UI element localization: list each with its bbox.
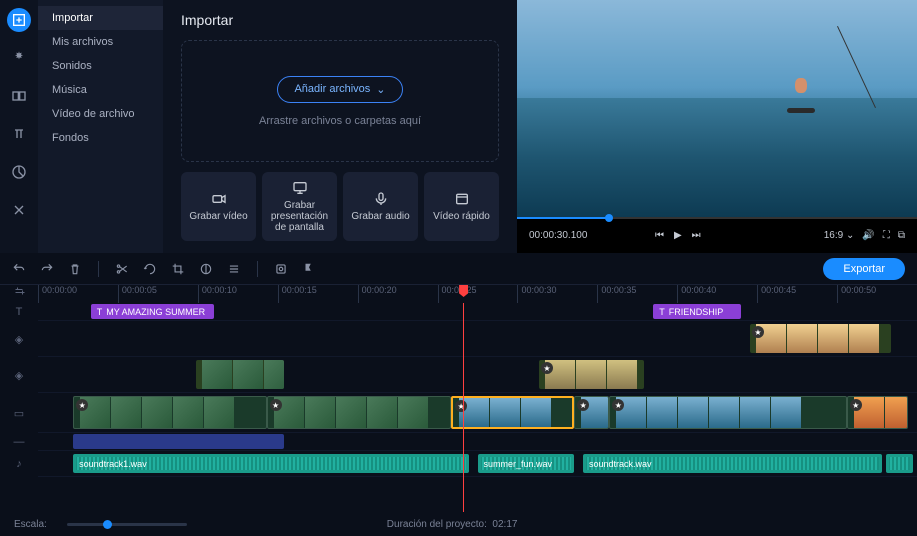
crop-icon[interactable]	[171, 262, 185, 276]
mic-icon	[373, 191, 389, 207]
preview-panel: 00:00:30.100 ⏮ ▶ ⏭ 16:9 ⌄ 🔊 ⛶ ⧉	[517, 0, 917, 253]
video-clip[interactable]: ★	[73, 396, 266, 429]
overlay-track-icon[interactable]: ◈	[0, 321, 38, 357]
record-voiceover-icon[interactable]	[274, 262, 288, 276]
add-files-button[interactable]: Añadir archivos⌄	[277, 76, 402, 103]
preview-viewport[interactable]	[517, 0, 917, 218]
color-adjust-icon[interactable]	[199, 262, 213, 276]
effect-track[interactable]	[38, 433, 917, 451]
duration-label: Duración del proyecto:	[387, 519, 487, 530]
add-track-icon[interactable]	[13, 285, 25, 297]
play-icon[interactable]: ▶	[674, 230, 682, 241]
scale-slider[interactable]	[67, 523, 187, 526]
sidebar-item-importar[interactable]: Importar	[38, 6, 163, 30]
stickers-icon[interactable]	[7, 160, 31, 184]
record-video-button[interactable]: Grabar vídeo	[181, 172, 256, 241]
title-track[interactable]: TMY AMAZING SUMMER TFRIENDSHIP	[38, 303, 917, 321]
overlay-clip[interactable]	[196, 360, 284, 389]
prev-frame-icon[interactable]: ⏮	[655, 230, 664, 241]
preview-timecode: 00:00:30.100	[529, 230, 587, 241]
title-clip[interactable]: TMY AMAZING SUMMER	[91, 304, 214, 319]
audio-clip[interactable]: soundtrack1.wav	[73, 454, 469, 473]
film-icon	[454, 191, 470, 207]
footer: Escala: Duración del proyecto: 02:17	[0, 512, 917, 536]
import-tool-icon[interactable]	[7, 8, 31, 32]
redo-icon[interactable]	[40, 262, 54, 276]
tracks-container: T ◈ ◈ ▭ — ♪ TMY AMAZING SUMMER TFRIENDSH…	[0, 303, 917, 512]
rotate-icon[interactable]	[143, 262, 157, 276]
time-ruler[interactable]: 00:00:00 00:00:05 00:00:10 00:00:15 00:0…	[0, 285, 917, 303]
audio-clip[interactable]: summer_fun.wav	[478, 454, 575, 473]
preview-progress[interactable]	[517, 217, 917, 219]
video-clip[interactable]: ★	[609, 396, 846, 429]
chevron-down-icon: ⌄	[376, 83, 385, 96]
sidebar-item-mis-archivos[interactable]: Mis archivos	[38, 30, 163, 54]
titles-icon[interactable]	[7, 122, 31, 146]
camera-icon	[211, 191, 227, 207]
export-button[interactable]: Exportar	[823, 258, 905, 280]
clip-properties-icon[interactable]	[227, 262, 241, 276]
marker-icon[interactable]	[302, 262, 316, 276]
detach-icon[interactable]: ⧉	[898, 230, 905, 241]
drop-hint: Arrastre archivos o carpetas aquí	[259, 115, 421, 127]
overlay-clip[interactable]: ★	[750, 324, 891, 353]
overlay-clip[interactable]: ★	[539, 360, 644, 389]
wand-icon[interactable]	[7, 46, 31, 70]
timeline-toolbar: Exportar	[0, 253, 917, 285]
sidebar-item-fondos[interactable]: Fondos	[38, 126, 163, 150]
aspect-ratio-selector[interactable]: 16:9 ⌄	[824, 230, 855, 241]
delete-icon[interactable]	[68, 262, 82, 276]
undo-icon[interactable]	[12, 262, 26, 276]
timeline: Exportar 00:00:00 00:00:05 00:00:10 00:0…	[0, 253, 917, 536]
monitor-icon	[292, 180, 308, 196]
scale-label: Escala:	[14, 519, 47, 530]
transitions-icon[interactable]	[7, 84, 31, 108]
quick-video-button[interactable]: Vídeo rápido	[424, 172, 499, 241]
video-clip-selected[interactable]: ★	[451, 396, 574, 429]
effect-track-icon[interactable]: —	[0, 433, 38, 451]
overlay-track-2[interactable]: ★	[38, 357, 917, 393]
split-icon[interactable]	[115, 262, 129, 276]
record-screen-button[interactable]: Grabar presentación de pantalla	[262, 172, 337, 241]
title-track-icon[interactable]: T	[0, 303, 38, 321]
record-audio-button[interactable]: Grabar audio	[343, 172, 418, 241]
audio-clip[interactable]: soundtrack.wav	[583, 454, 882, 473]
video-clip[interactable]: ★	[574, 396, 609, 429]
overlay-track-1[interactable]: ★	[38, 321, 917, 357]
playhead[interactable]	[463, 303, 464, 512]
duration-value: 02:17	[492, 519, 517, 530]
next-frame-icon[interactable]: ⏭	[692, 230, 701, 241]
video-track-icon[interactable]: ▭	[0, 393, 38, 433]
sidebar-item-musica[interactable]: Música	[38, 78, 163, 102]
sidebar-item-sonidos[interactable]: Sonidos	[38, 54, 163, 78]
sidebar-item-video-archivo[interactable]: Vídeo de archivo	[38, 102, 163, 126]
audio-track[interactable]: soundtrack1.wav summer_fun.wav soundtrac…	[38, 451, 917, 477]
volume-icon[interactable]: 🔊	[862, 230, 874, 241]
more-tools-icon[interactable]	[7, 198, 31, 222]
drop-zone[interactable]: Añadir archivos⌄ Arrastre archivos o car…	[181, 40, 499, 162]
overlay2-track-icon[interactable]: ◈	[0, 357, 38, 393]
title-clip[interactable]: TFRIENDSHIP	[653, 304, 741, 319]
video-clip[interactable]: ★	[267, 396, 452, 429]
audio-clip[interactable]	[886, 454, 912, 473]
effect-clip[interactable]	[73, 434, 284, 449]
fullscreen-icon[interactable]: ⛶	[883, 230, 890, 241]
import-title: Importar	[181, 12, 499, 28]
audio-track-icon[interactable]: ♪	[0, 451, 38, 477]
tool-rail	[0, 0, 38, 253]
video-clip[interactable]: ★	[847, 396, 909, 429]
video-track[interactable]: ★ ★ ★ ★ ★ ★	[38, 393, 917, 433]
import-sidebar: Importar Mis archivos Sonidos Música Víd…	[38, 0, 163, 253]
import-panel: Importar Añadir archivos⌄ Arrastre archi…	[163, 0, 517, 253]
